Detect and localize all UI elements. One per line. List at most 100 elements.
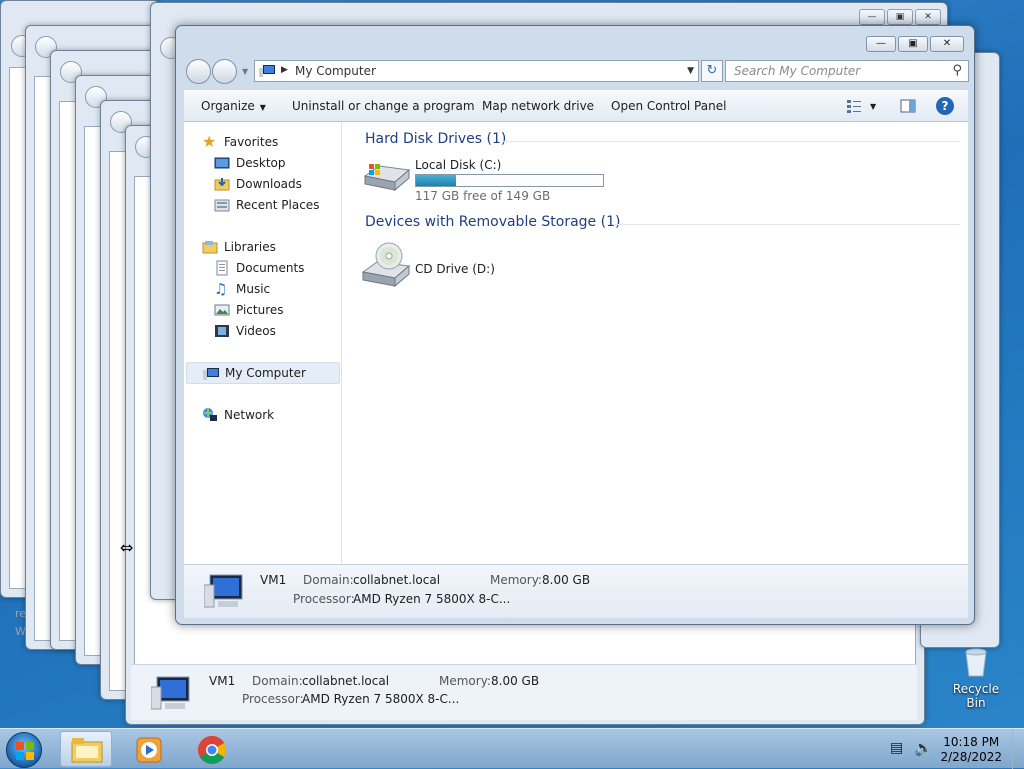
- nav-item-pictures[interactable]: Pictures: [214, 302, 284, 318]
- volume-icon[interactable]: 🔈: [914, 739, 933, 757]
- processor-value: AMD Ryzen 7 5800X 8-C...: [353, 592, 511, 606]
- help-icon[interactable]: ?: [936, 97, 954, 115]
- taskbar-media-player[interactable]: [122, 731, 174, 767]
- nav-item-network[interactable]: Network: [202, 407, 274, 423]
- memory-value: 8.00 GB: [491, 674, 540, 688]
- refresh-button[interactable]: ↻: [701, 60, 723, 82]
- organize-label: Organize: [201, 99, 255, 113]
- nav-item-my-computer[interactable]: My Computer: [186, 362, 340, 384]
- minimize-icon[interactable]: —: [859, 9, 885, 25]
- memory-value: 8.00 GB: [542, 573, 591, 587]
- recycle-bin-shortcut[interactable]: Recycle Bin: [946, 648, 1006, 710]
- navigation-pane: ★ Favorites Desktop Downloads Recent Pla…: [184, 122, 342, 564]
- processor-key: Processor:: [293, 592, 355, 606]
- memory-key: Memory:: [439, 674, 491, 688]
- taskbar-chrome[interactable]: [186, 731, 238, 767]
- show-desktop-button[interactable]: [1012, 729, 1024, 769]
- domain-key: Domain:: [303, 573, 354, 587]
- clock[interactable]: 10:18 PM 2/28/2022: [940, 735, 1002, 765]
- nav-label: Desktop: [236, 156, 286, 170]
- computer-icon: [203, 368, 219, 380]
- nav-item-libraries[interactable]: Libraries: [202, 239, 276, 255]
- downloads-folder-icon: [214, 178, 230, 191]
- map-network-drive-button[interactable]: Map network drive: [482, 99, 594, 113]
- nav-item-recent-places[interactable]: Recent Places: [214, 197, 319, 213]
- folder-icon: [71, 738, 103, 763]
- group-divider: [503, 141, 960, 142]
- computer-name: VM1: [260, 573, 287, 587]
- address-bar[interactable]: ▶ My Computer ▼: [254, 60, 699, 82]
- disk-usage-fill: [416, 175, 457, 186]
- computer-icon: [259, 65, 275, 77]
- nav-label: Music: [236, 282, 271, 296]
- uninstall-program-button[interactable]: Uninstall or change a program: [292, 99, 475, 113]
- documents-icon: [216, 260, 228, 276]
- nav-label: My Computer: [225, 366, 306, 380]
- videos-icon: [215, 325, 229, 337]
- resize-cursor-icon: ⇔: [120, 538, 134, 557]
- network-icon: [203, 408, 217, 421]
- clock-time: 10:18 PM: [943, 735, 1000, 749]
- music-icon: ♫: [214, 280, 228, 298]
- forward-button[interactable]: [212, 59, 237, 84]
- open-control-panel-button[interactable]: Open Control Panel: [611, 99, 726, 113]
- drive-free-space: 117 GB free of 149 GB: [415, 189, 551, 203]
- chevron-down-icon[interactable]: ▼: [687, 66, 694, 76]
- details-pane: VM1 Domain: collabnet.local Memory: 8.00…: [184, 564, 968, 618]
- nav-item-favorites[interactable]: ★ Favorites: [202, 134, 278, 150]
- processor-key: Processor:: [242, 692, 304, 706]
- maximize-button[interactable]: ▣: [898, 36, 928, 52]
- preview-pane-icon[interactable]: [900, 98, 916, 114]
- taskbar-explorer[interactable]: [60, 731, 112, 767]
- memory-key: Memory:: [490, 573, 542, 587]
- media-player-icon: [136, 737, 162, 763]
- organize-button[interactable]: Organize ▼: [201, 99, 266, 113]
- search-icon[interactable]: ⚲: [952, 63, 962, 78]
- windows-logo-icon: [16, 742, 34, 760]
- nav-label: Recent Places: [236, 198, 320, 212]
- view-options-icon[interactable]: [846, 98, 862, 114]
- nav-item-videos[interactable]: Videos: [214, 323, 276, 339]
- nav-label: Pictures: [236, 303, 284, 317]
- group-header-removable-storage[interactable]: Devices with Removable Storage (1): [365, 214, 620, 230]
- nav-item-documents[interactable]: Documents: [214, 260, 304, 276]
- libraries-icon: [202, 241, 218, 254]
- nav-item-downloads[interactable]: Downloads: [214, 176, 302, 192]
- window-controls: — ▣ ✕: [859, 9, 941, 25]
- chrome-icon: [198, 736, 226, 764]
- chevron-down-icon[interactable]: ▼: [870, 102, 876, 111]
- group-header-hard-disk-drives[interactable]: Hard Disk Drives (1): [365, 131, 506, 147]
- network-tray-icon[interactable]: ▤: [890, 740, 903, 756]
- my-computer-window: — ▣ ✕ ▼ ▶ My Computer ▼ ↻ Search My Comp…: [175, 25, 975, 625]
- search-placeholder: Search My Computer: [734, 64, 861, 78]
- address-text: My Computer: [295, 64, 376, 78]
- star-icon: ★: [202, 132, 217, 151]
- maximize-icon[interactable]: ▣: [887, 9, 913, 25]
- breadcrumb-arrow-icon[interactable]: ▶: [281, 65, 288, 75]
- nav-item-music[interactable]: ♫ Music: [214, 281, 270, 297]
- drive-item-local-disk[interactable]: Local Disk (C:) 117 GB free of 149 GB: [361, 154, 611, 203]
- close-icon[interactable]: ✕: [915, 9, 941, 25]
- nav-item-desktop[interactable]: Desktop: [214, 155, 286, 171]
- search-input[interactable]: Search My Computer ⚲: [725, 60, 969, 82]
- content-area: ★ Favorites Desktop Downloads Recent Pla…: [184, 122, 968, 564]
- recycle-bin-label: Recycle Bin: [952, 682, 1000, 710]
- domain-key: Domain:: [252, 674, 303, 688]
- drive-item-cd-drive[interactable]: CD Drive (D:): [361, 240, 561, 292]
- hard-drive-icon: [363, 164, 411, 192]
- back-button[interactable]: [186, 59, 211, 84]
- command-bar: Organize ▼ Uninstall or change a program …: [184, 90, 968, 122]
- computer-icon: [151, 676, 190, 710]
- nav-label: Network: [224, 408, 275, 422]
- recent-places-icon: [214, 199, 230, 212]
- chevron-down-icon[interactable]: ▼: [242, 67, 248, 76]
- navigation-bar: ▼ ▶ My Computer ▼ ↻ Search My Computer ⚲: [184, 59, 969, 85]
- nav-label: Documents: [236, 261, 305, 275]
- start-button[interactable]: [6, 732, 42, 768]
- window-controls: — ▣ ✕: [866, 36, 964, 52]
- close-button[interactable]: ✕: [930, 36, 964, 52]
- desktop-icon: [214, 157, 230, 169]
- disk-usage-bar: [415, 174, 604, 187]
- minimize-button[interactable]: —: [866, 36, 896, 52]
- domain-value: collabnet.local: [302, 674, 390, 688]
